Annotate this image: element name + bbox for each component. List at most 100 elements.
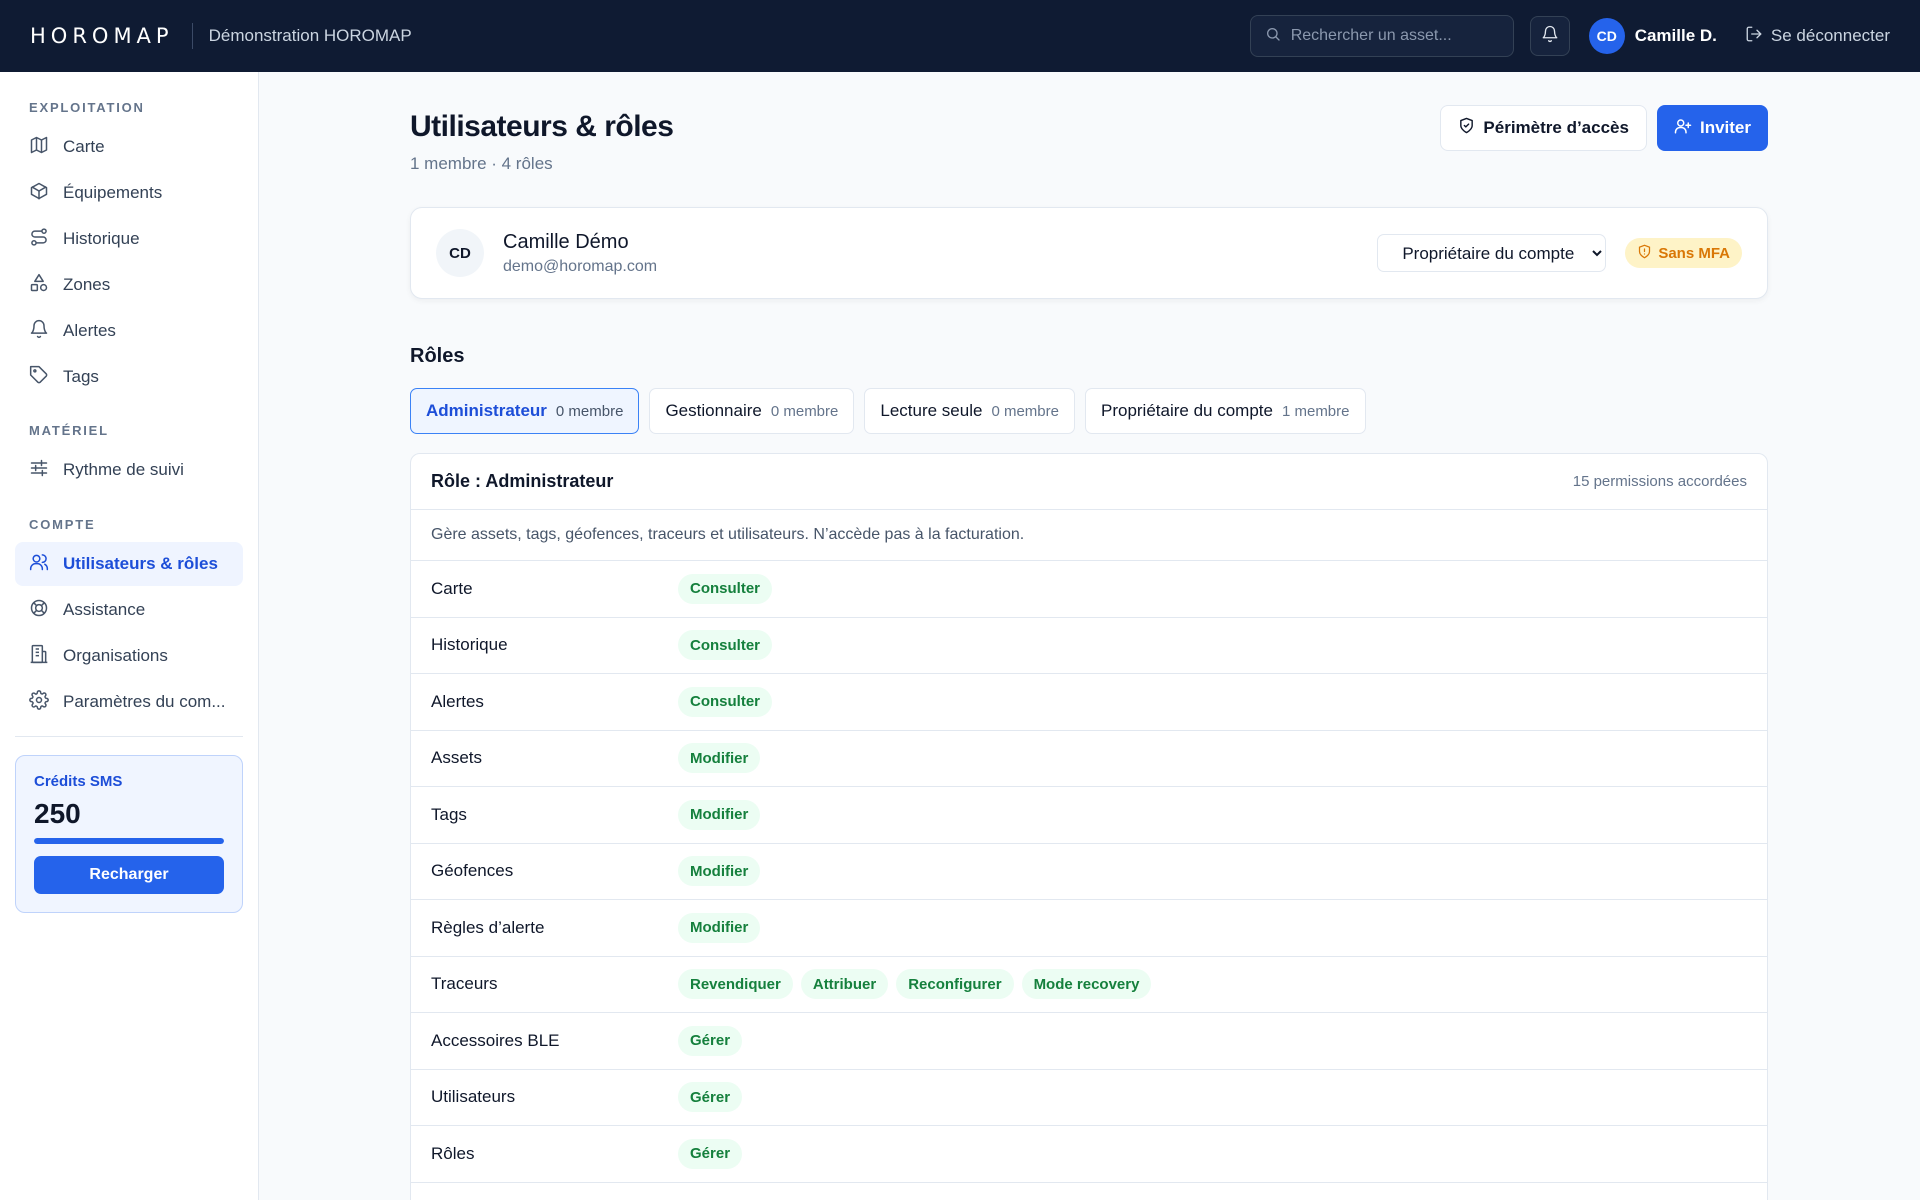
sidebar-item-historique[interactable]: Historique xyxy=(15,217,243,261)
search-icon xyxy=(1265,26,1281,47)
building-icon xyxy=(29,644,63,669)
shield-alert-icon xyxy=(1637,244,1658,263)
top-right-group: CD Camille D. Se déconnecter xyxy=(1249,15,1890,57)
search-input[interactable] xyxy=(1290,27,1491,45)
tab-gestionnaire[interactable]: Gestionnaire 0 membre xyxy=(649,388,855,434)
permission-name: Historique xyxy=(431,635,508,655)
sms-credits-value: 250 xyxy=(34,798,81,829)
permission-name: Accessoires BLE xyxy=(431,1030,560,1050)
member-avatar: CD xyxy=(436,229,484,277)
logout-button[interactable]: Se déconnecter xyxy=(1745,25,1890,48)
sidebar-item-carte[interactable]: Carte xyxy=(15,125,243,169)
permission-name: Règles d’alerte xyxy=(431,917,545,937)
top-bar: HOROMAP Démonstration HOROMAP CD Camille… xyxy=(0,0,1920,72)
member-name: Camille Démo xyxy=(503,230,629,253)
tab-administrateur[interactable]: Administrateur 0 membre xyxy=(410,388,640,434)
tab-label: Administrateur xyxy=(426,401,547,420)
sidebar-item-assistance[interactable]: Assistance xyxy=(15,588,243,632)
permission-chip: Modifier xyxy=(678,912,761,943)
sidebar-item-label: Tags xyxy=(63,367,99,386)
permission-name: Alertes xyxy=(431,691,484,711)
section-title-exploitation: EXPLOITATION xyxy=(29,100,145,115)
sidebar-item-zones[interactable]: Zones xyxy=(15,263,243,307)
shapes-icon xyxy=(29,273,63,298)
logout-label: Se déconnecter xyxy=(1770,26,1890,45)
app-logo[interactable]: HOROMAP xyxy=(30,24,174,48)
shield-icon xyxy=(1458,117,1483,139)
permission-row: Historique Consulter xyxy=(411,618,1767,674)
permission-chip: Mode recovery xyxy=(1021,969,1152,1000)
sms-credits-card: Crédits SMS 250 Recharger xyxy=(15,755,243,913)
permission-row: Rôles Gérer xyxy=(411,1126,1767,1183)
sidebar-item-label: Alertes xyxy=(63,321,116,340)
sidebar-item-alertes[interactable]: Alertes xyxy=(15,309,243,353)
member-info: Camille Démo demo@horomap.com xyxy=(503,231,657,276)
permission-chip: Gérer xyxy=(678,1082,743,1113)
box-icon xyxy=(29,181,63,206)
tab-lecture-seule[interactable]: Lecture seule 0 membre xyxy=(864,388,1075,434)
logo-divider xyxy=(191,23,193,49)
sidebar: EXPLOITATION Carte Équipements Historiqu… xyxy=(0,72,259,1200)
sidebar-item-label: Organisations xyxy=(63,646,168,665)
permission-chip: Consulter xyxy=(678,630,773,661)
main-content: Utilisateurs & rôles 1 membre · 4 rôles … xyxy=(410,72,1768,1200)
tag-icon xyxy=(29,365,63,390)
map-icon xyxy=(29,135,63,160)
access-scope-label: Périmètre d’accès xyxy=(1483,118,1629,137)
permission-row: Assets Modifier xyxy=(411,731,1767,787)
tab-member-count: 0 membre xyxy=(555,402,624,420)
member-email: demo@horomap.com xyxy=(503,257,658,275)
tab-label: Propriétaire du compte xyxy=(1100,401,1273,420)
sliders-icon xyxy=(29,458,63,483)
permission-chip: Revendiquer xyxy=(678,969,793,1000)
section-title-compte: COMPTE xyxy=(29,517,96,532)
recharge-button[interactable]: Recharger xyxy=(34,856,224,894)
roles-section-title: Rôles xyxy=(410,345,465,367)
permission-name: Assets xyxy=(431,748,483,768)
users-icon xyxy=(29,552,63,577)
member-role-select[interactable]: Propriétaire du compte xyxy=(1377,234,1607,272)
section-title-materiel: MATÉRIEL xyxy=(29,423,109,438)
sidebar-item-label: Utilisateurs & rôles xyxy=(63,554,218,573)
sidebar-item-label: Paramètres du com... xyxy=(63,692,226,711)
sidebar-item-organisations[interactable]: Organisations xyxy=(15,634,243,678)
permission-name: Rôles xyxy=(431,1143,475,1163)
user-avatar[interactable]: CD xyxy=(1588,18,1625,54)
sms-credits-title: Crédits SMS xyxy=(34,773,123,790)
permission-row: Utilisateurs Gérer xyxy=(411,1070,1767,1126)
sidebar-item-label: Équipements xyxy=(63,183,163,202)
bell-icon xyxy=(29,319,63,344)
sidebar-item-rythme-de-suivi[interactable]: Rythme de suivi xyxy=(15,448,243,492)
invite-button[interactable]: Inviter xyxy=(1656,105,1768,151)
sidebar-item-tags[interactable]: Tags xyxy=(15,355,243,399)
tab-proprietaire-du-compte[interactable]: Propriétaire du compte 1 membre xyxy=(1084,388,1366,434)
permissions-count: 15 permissions accordées xyxy=(1572,473,1747,490)
sidebar-item-equipements[interactable]: Équipements xyxy=(15,171,243,215)
permission-chip: Modifier xyxy=(678,743,761,774)
permission-name: Utilisateurs xyxy=(431,1087,516,1107)
permission-name: Carte xyxy=(431,578,473,598)
permission-name: Traceurs xyxy=(431,974,498,994)
user-name[interactable]: Camille D. xyxy=(1635,26,1717,46)
role-detail-title: Rôle : Administrateur xyxy=(431,471,614,491)
permission-rows: Carte Consulter Historique Consulter Alertes… xyxy=(411,561,1767,1183)
page-subtitle: 1 membre · 4 rôles xyxy=(410,154,553,173)
permission-chip: Reconfigurer xyxy=(896,969,1014,1000)
sidebar-item-label: Rythme de suivi xyxy=(63,460,184,479)
sidebar-item-parametres[interactable]: Paramètres du com... xyxy=(15,680,243,724)
permission-chip: Gérer xyxy=(678,1025,743,1056)
search-box[interactable] xyxy=(1249,15,1514,57)
sidebar-item-utilisateurs-roles[interactable]: Utilisateurs & rôles xyxy=(15,542,243,586)
permission-chip: Modifier xyxy=(678,856,761,887)
user-plus-icon xyxy=(1674,117,1700,140)
lifebuoy-icon xyxy=(29,598,63,623)
permission-row: Carte Consulter xyxy=(411,561,1767,618)
access-scope-button[interactable]: Périmètre d’accès xyxy=(1440,105,1647,151)
tab-member-count: 0 membre xyxy=(770,402,839,420)
tab-label: Lecture seule xyxy=(880,401,983,420)
notifications-button[interactable] xyxy=(1529,16,1570,56)
permission-row: Accessoires BLE Gérer xyxy=(411,1013,1767,1070)
tab-label: Gestionnaire xyxy=(665,401,762,420)
sidebar-item-label: Assistance xyxy=(63,600,146,619)
permission-name: Géofences xyxy=(431,861,514,881)
